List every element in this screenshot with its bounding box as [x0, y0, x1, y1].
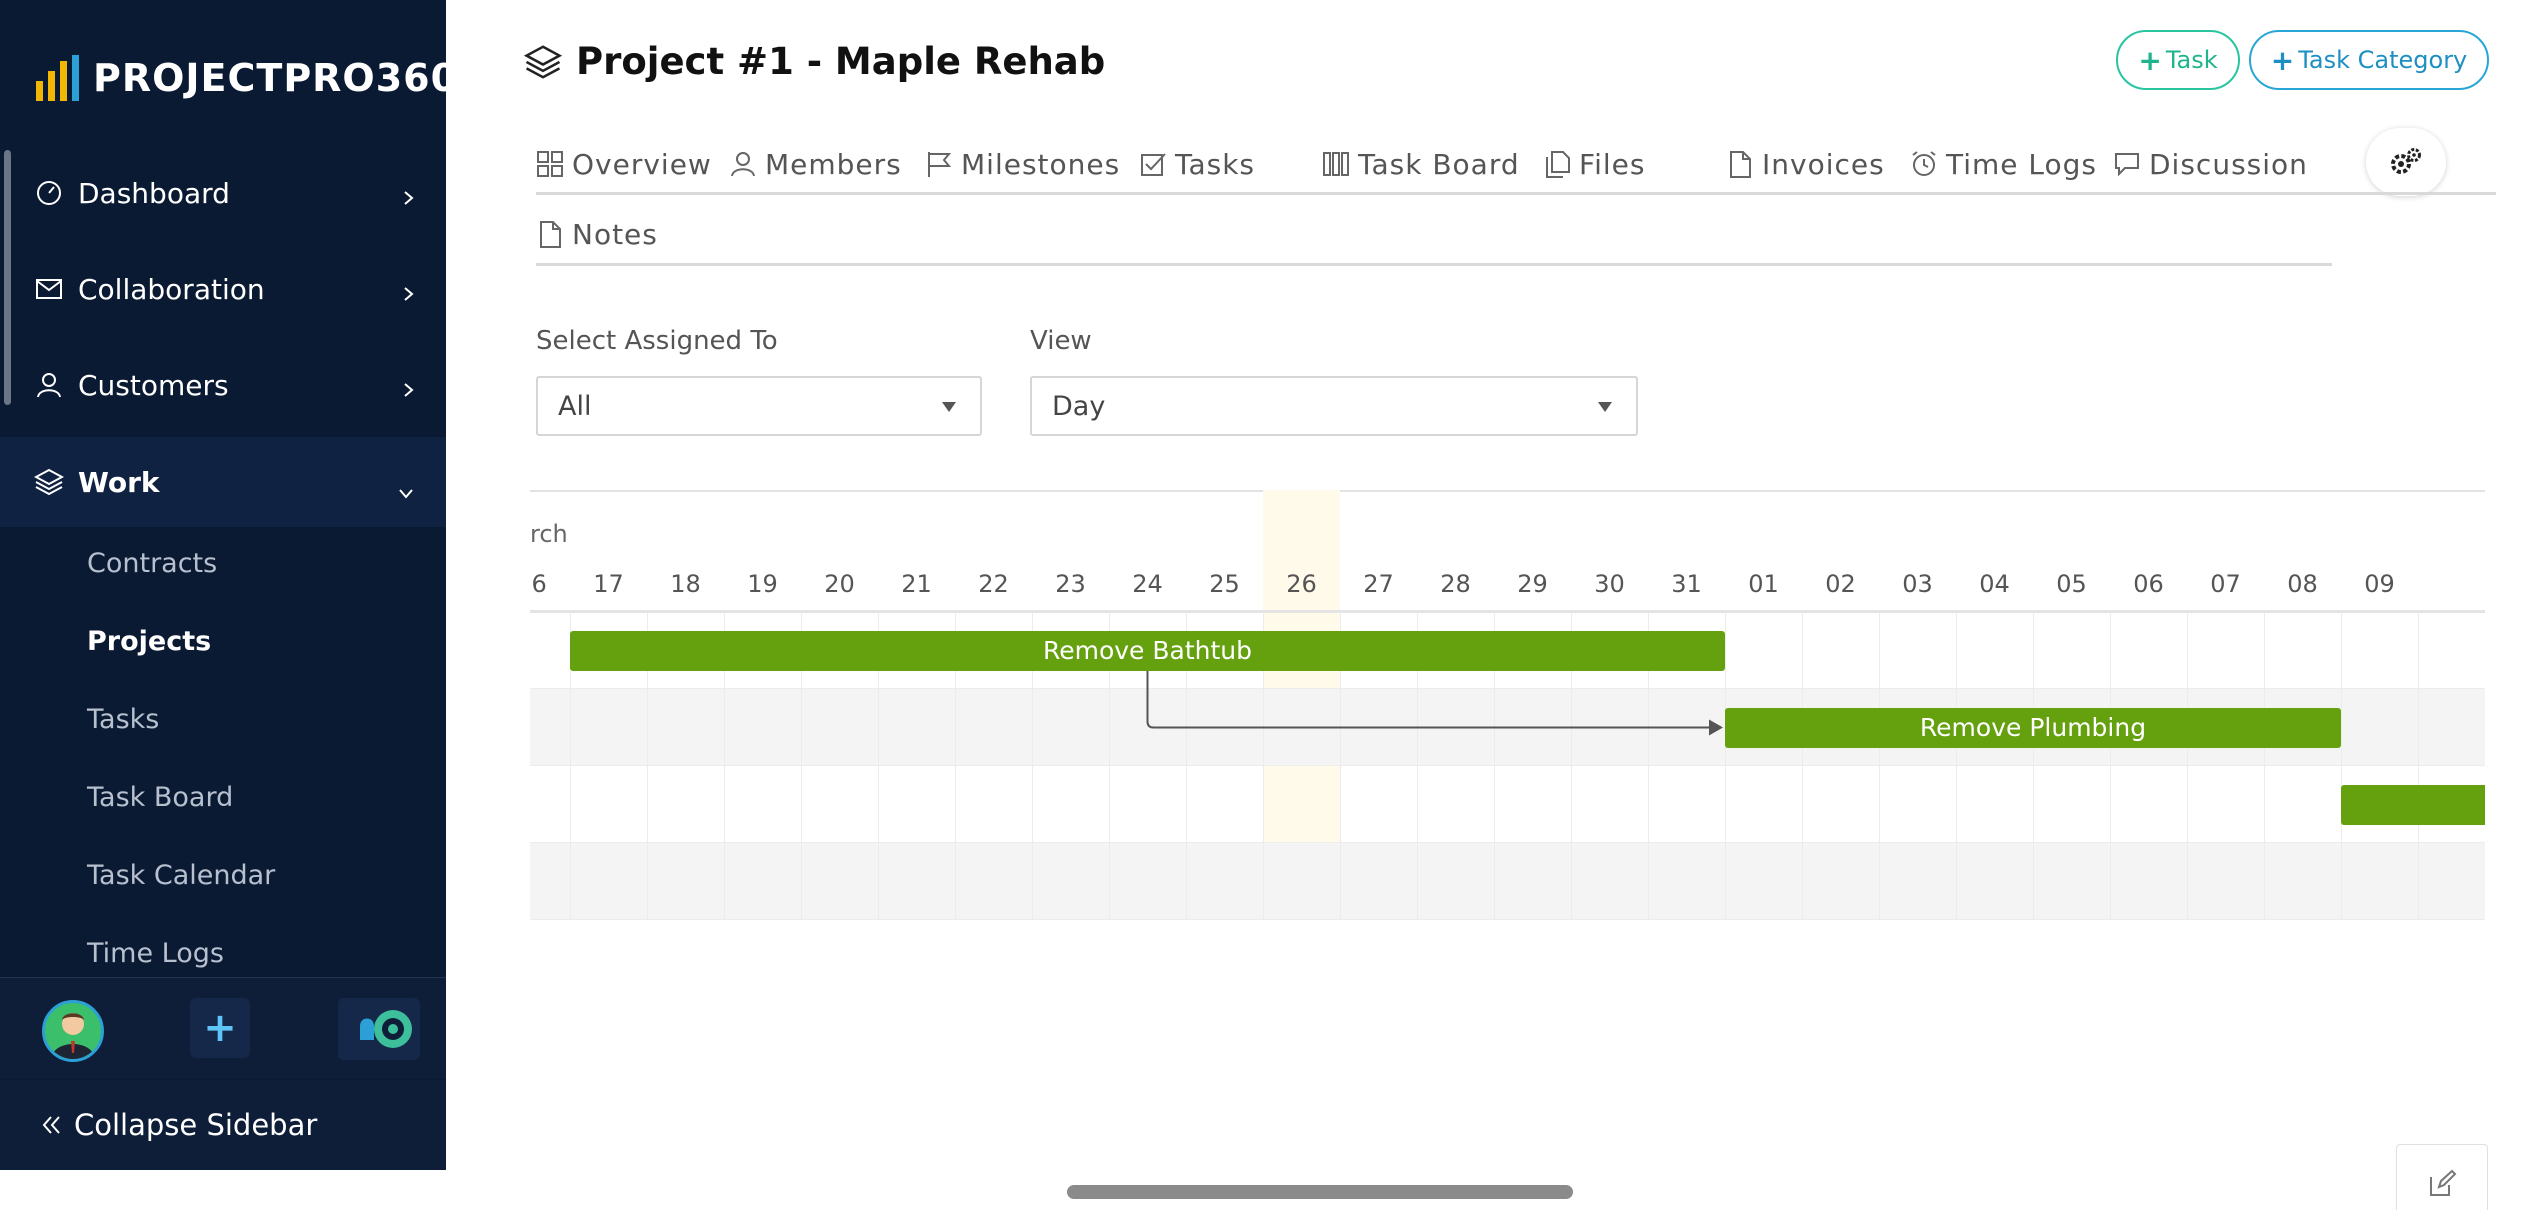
files-icon [1543, 150, 1571, 178]
chevron-right-icon [402, 278, 416, 311]
plus-icon: + [2270, 43, 2295, 77]
gantt-chart: rch 161718192021222324252627282930310102… [530, 490, 2485, 920]
gantt-task-bar[interactable]: Remove Bathtub [570, 630, 1725, 671]
plus-icon: + [2138, 43, 2162, 77]
notifications-button[interactable] [338, 998, 420, 1060]
gantt-task-bar[interactable]: Remove Plumbing [1725, 707, 2341, 748]
sidebar-item-task-calendar[interactable]: Task Calendar [87, 860, 275, 891]
tab-notes[interactable]: Notes [536, 214, 658, 254]
view-value: Day [1052, 390, 1106, 422]
assigned-to-value: All [558, 390, 592, 422]
chevron-down-icon [396, 475, 416, 508]
tab-overview[interactable]: Overview [536, 144, 712, 184]
gantt-task-label: Remove Plumbing [1919, 713, 2147, 742]
tab-members-label: Members [765, 147, 902, 181]
checkbox-icon [1139, 150, 1167, 178]
bell-icon [360, 1010, 412, 1048]
page-title: Project #1 - Maple Rehab [524, 40, 1105, 83]
layers-icon [524, 44, 562, 80]
nav-customers-label: Customers [78, 368, 229, 402]
assigned-to-select[interactable]: All [536, 376, 982, 436]
collapse-sidebar-button[interactable]: Collapse Sidebar [0, 1080, 446, 1170]
quick-add-button[interactable]: + [190, 998, 250, 1058]
nav-customers[interactable]: Customers [0, 340, 446, 430]
tab-milestones[interactable]: Milestones [925, 144, 1120, 184]
edit-icon [2430, 1169, 2457, 1196]
tab-files[interactable]: Files [1543, 144, 1645, 184]
columns-icon [1322, 150, 1350, 178]
tab-milestones-label: Milestones [961, 147, 1121, 181]
brand-name: PROJECTPRO360 [93, 56, 446, 100]
avatar[interactable] [42, 1000, 104, 1062]
alarm-clock-icon [1910, 150, 1938, 178]
chat-bubble-icon [2113, 150, 2141, 178]
tab-invoices-label: Invoices [1762, 147, 1885, 181]
user-icon [729, 150, 757, 178]
sidebar-item-projects[interactable]: Projects [87, 626, 211, 657]
tab-members[interactable]: Members [729, 144, 902, 184]
grid-icon [536, 150, 564, 178]
sidebar: PROJECTPRO3600 Dashboard Collaboration C… [0, 0, 446, 1170]
chevron-right-icon [402, 182, 416, 215]
tabs-underline-2 [536, 263, 2332, 266]
double-chevron-left-icon [40, 1113, 64, 1137]
tab-notes-label: Notes [572, 217, 658, 251]
gauge-icon [34, 178, 64, 208]
tab-time-logs-label: Time Logs [1946, 147, 2098, 181]
gantt-task-label: Remove Bathtub [1042, 636, 1253, 665]
dependency-arrow [1146, 670, 1711, 729]
tab-discussion[interactable]: Discussion [2113, 144, 2308, 184]
tab-tasks-label: Tasks [1175, 147, 1256, 181]
sidebar-footer: + [0, 977, 446, 1079]
project-settings-button[interactable] [2366, 128, 2446, 196]
tab-files-label: Files [1579, 147, 1646, 181]
envelope-icon [34, 274, 64, 304]
gears-icon [2391, 148, 2421, 174]
add-task-button[interactable]: + Task [2116, 30, 2240, 90]
sidebar-item-tasks[interactable]: Tasks [87, 704, 159, 735]
tab-tasks[interactable]: Tasks [1139, 144, 1255, 184]
view-select[interactable]: Day [1030, 376, 1638, 436]
tab-time-logs[interactable]: Time Logs [1910, 144, 2097, 184]
tab-overview-label: Overview [572, 147, 712, 181]
view-label: View [1030, 326, 1092, 356]
tabs-underline [536, 192, 2496, 195]
nav-work[interactable]: Work [0, 437, 446, 527]
feedback-button[interactable] [2396, 1144, 2488, 1210]
brand-logo[interactable]: PROJECTPRO3600 [36, 48, 446, 108]
nav-work-label: Work [78, 465, 160, 499]
user-icon [34, 370, 64, 400]
add-task-category-button[interactable]: + Task Category [2249, 30, 2489, 90]
tab-discussion-label: Discussion [2149, 147, 2308, 181]
gantt-dependency-layer [1146, 670, 1723, 736]
project-title: Project #1 - Maple Rehab [576, 40, 1106, 83]
chart-bars-icon [36, 55, 79, 101]
nav-collaboration[interactable]: Collaboration [0, 244, 446, 334]
dependency-arrowhead [1709, 719, 1723, 736]
document-icon [1726, 150, 1754, 178]
tab-invoices[interactable]: Invoices [1726, 144, 1885, 184]
add-task-label: Task [2165, 46, 2218, 74]
gantt-task-bar[interactable] [2341, 784, 2485, 825]
horizontal-scrollbar[interactable] [1067, 1185, 1573, 1199]
layers-icon [34, 467, 64, 497]
flag-icon [925, 150, 953, 178]
collapse-sidebar-label: Collapse Sidebar [74, 1108, 318, 1142]
sidebar-item-task-board[interactable]: Task Board [87, 782, 233, 813]
caret-down-icon [942, 402, 956, 412]
nav-dashboard-label: Dashboard [78, 176, 230, 210]
tab-task-board-label: Task Board [1358, 147, 1520, 181]
tab-task-board[interactable]: Task Board [1322, 144, 1520, 184]
add-task-category-label: Task Category [2298, 46, 2468, 74]
nav-dashboard[interactable]: Dashboard [0, 148, 446, 238]
sidebar-item-contracts[interactable]: Contracts [87, 548, 217, 579]
sidebar-item-time-logs[interactable]: Time Logs [87, 938, 224, 969]
chevron-right-icon [402, 374, 416, 407]
nav-collaboration-label: Collaboration [78, 272, 265, 306]
caret-down-icon [1598, 402, 1612, 412]
document-icon [536, 220, 564, 248]
assigned-to-label: Select Assigned To [536, 326, 778, 356]
